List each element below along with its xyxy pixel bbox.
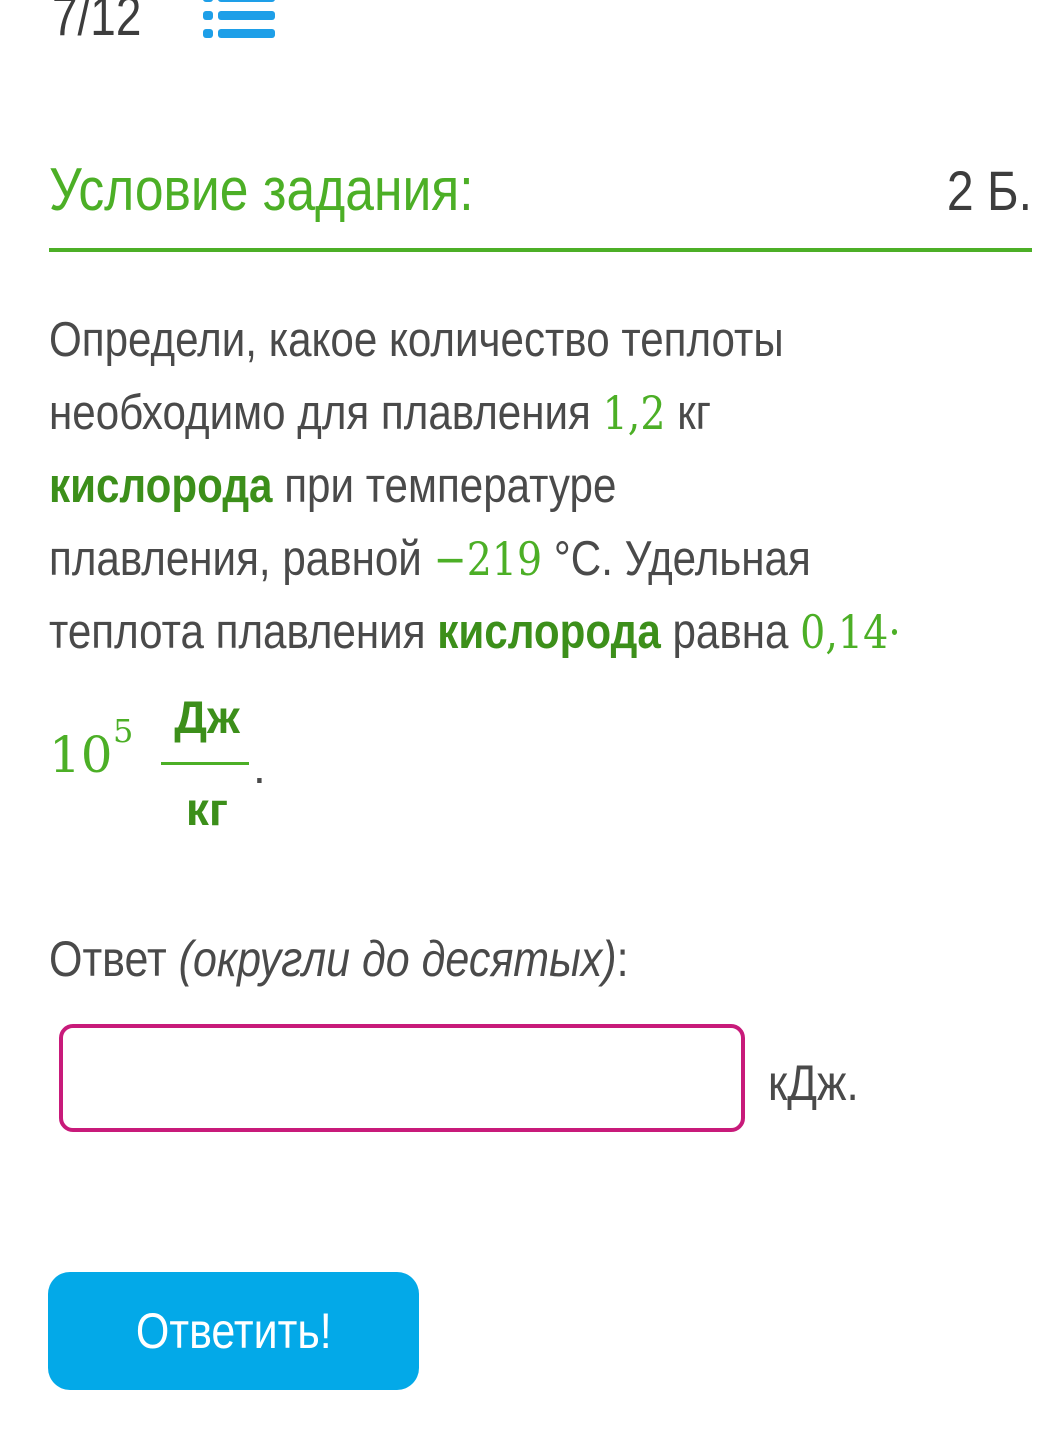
answer-hint: (округли до десятых) bbox=[178, 931, 617, 987]
unit-denominator: кг bbox=[185, 783, 229, 835]
task-counter: 7/12 bbox=[52, 0, 275, 46]
heat-base: 10 bbox=[49, 726, 113, 784]
answer-label: Ответ (округли до десятых): bbox=[49, 930, 629, 988]
substance-keyword: кислорода bbox=[49, 459, 273, 513]
heat-exponent: 5 bbox=[113, 712, 134, 750]
task-line-5: теплота плавления кислорода равна 0,14· bbox=[49, 596, 909, 669]
answer-colon: : bbox=[616, 931, 629, 987]
formula-period: . bbox=[253, 741, 266, 793]
substance-keyword: кислорода bbox=[437, 605, 661, 659]
task-statement: Определи, какое количество теплоты необх… bbox=[49, 304, 1049, 669]
task-text: кг bbox=[665, 386, 712, 440]
mass-value: 1,2 bbox=[602, 386, 666, 440]
task-text: теплота плавления bbox=[49, 605, 438, 659]
task-text: Определи, какое количество теплоты bbox=[49, 313, 784, 367]
task-text: необходимо для плавления bbox=[49, 386, 603, 440]
task-header: Условие задания: 2 Б. bbox=[49, 150, 1032, 252]
task-text: плавления, равной bbox=[49, 532, 434, 586]
list-icon[interactable] bbox=[203, 0, 275, 39]
temperature-value: −219 bbox=[433, 532, 543, 586]
task-line-3: кислорода при температуре bbox=[49, 450, 909, 523]
answer-unit: кДж. bbox=[768, 1055, 859, 1111]
submit-button-label: Ответить! bbox=[135, 1303, 332, 1359]
heat-formula: 10 5 Дж кг . bbox=[49, 690, 449, 840]
unit-numerator: Дж bbox=[174, 691, 240, 743]
task-line-2: необходимо для плавления 1,2 кг bbox=[49, 377, 909, 450]
task-text: равна bbox=[660, 605, 801, 659]
task-counter-text: 7/12 bbox=[52, 0, 142, 47]
submit-button[interactable]: Ответить! bbox=[48, 1272, 419, 1390]
answer-input[interactable] bbox=[59, 1024, 745, 1132]
heat-mantissa: 0,14· bbox=[800, 605, 901, 659]
task-points: 2 Б. bbox=[946, 159, 1032, 222]
answer-label-text: Ответ bbox=[49, 931, 179, 987]
task-text: °C. Удельная bbox=[542, 532, 811, 586]
task-line-1: Определи, какое количество теплоты bbox=[49, 304, 909, 377]
fraction-bar bbox=[161, 762, 249, 765]
task-line-4: плавления, равной −219 °C. Удельная bbox=[49, 523, 909, 596]
task-header-title: Условие задания: bbox=[49, 156, 474, 223]
task-text: при температуре bbox=[272, 459, 617, 513]
